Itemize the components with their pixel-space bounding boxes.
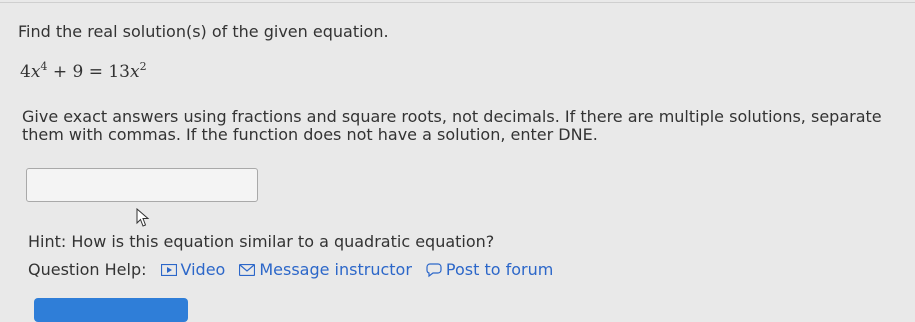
equation-variable-2: x <box>129 62 140 82</box>
equation: 4x4 + 9 = 13x2 <box>20 60 147 82</box>
video-link-label: Video <box>180 260 226 279</box>
equation-variable: x <box>30 62 41 82</box>
hint-text: Hint: How is this equation similar to a … <box>28 232 495 251</box>
mouse-cursor-icon <box>136 208 150 227</box>
question-help-label: Question Help: <box>28 260 147 279</box>
answer-instructions: Give exact answers using fractions and s… <box>22 107 882 144</box>
equation-exponent-2: 2 <box>139 60 147 73</box>
answer-input[interactable] <box>26 168 258 202</box>
equation-coefficient: 4 <box>20 62 31 82</box>
question-help: Question Help: Video Message instructor … <box>28 260 567 279</box>
equation-exponent-4: 4 <box>40 60 48 73</box>
post-to-forum-label: Post to forum <box>445 260 554 279</box>
message-instructor-label: Message instructor <box>259 260 412 279</box>
video-link[interactable]: Video <box>160 260 226 279</box>
message-instructor-link[interactable]: Message instructor <box>239 260 412 279</box>
post-to-forum-link[interactable]: Post to forum <box>426 260 553 279</box>
top-divider <box>0 2 915 3</box>
question-prompt: Find the real solution(s) of the given e… <box>18 22 389 41</box>
submit-button[interactable] <box>34 298 188 322</box>
envelope-icon <box>239 263 256 276</box>
video-icon <box>160 263 177 276</box>
speech-bubble-icon <box>426 262 442 277</box>
equation-middle: + 9 = 13 <box>52 62 130 82</box>
